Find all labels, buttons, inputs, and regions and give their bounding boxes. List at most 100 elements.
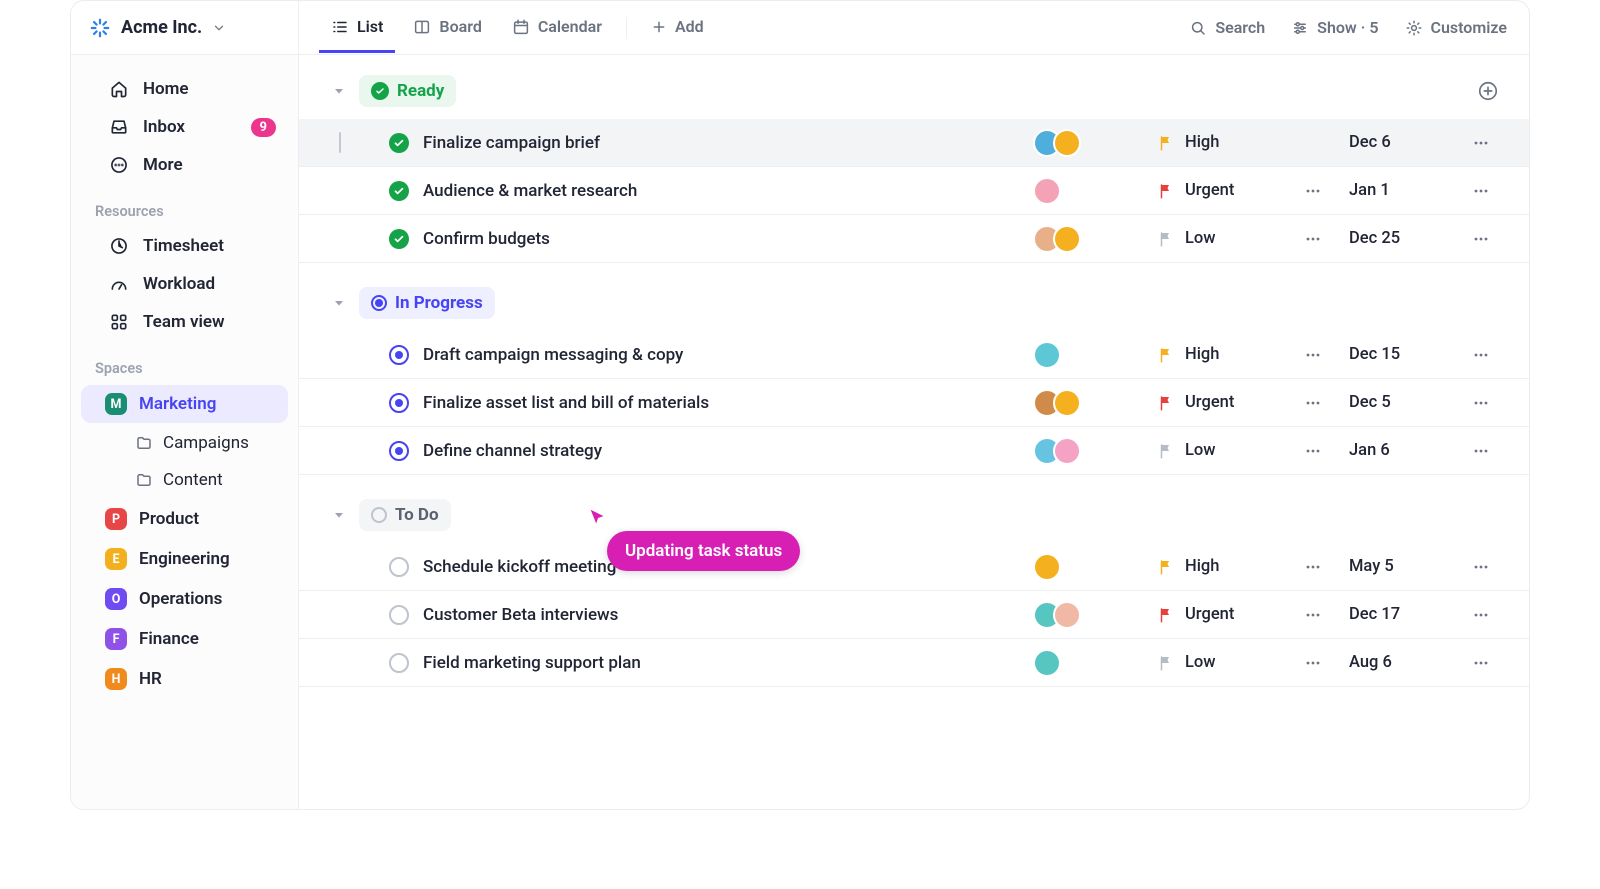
task-priority[interactable]: Low xyxy=(1157,229,1277,248)
space-hr[interactable]: H HR xyxy=(81,660,288,698)
assignees[interactable] xyxy=(1033,129,1143,157)
task-priority[interactable]: Low xyxy=(1157,653,1277,672)
row-more-button[interactable] xyxy=(1291,441,1335,461)
task-row[interactable]: Finalize asset list and bill of material… xyxy=(299,379,1529,427)
task-row[interactable]: Customer Beta interviewsUrgentDec 17 xyxy=(299,591,1529,639)
group-status-pill[interactable]: To Do xyxy=(359,499,451,531)
task-priority-label: Low xyxy=(1185,653,1216,672)
row-actions-button[interactable] xyxy=(1463,345,1499,365)
task-row[interactable]: Finalize campaign briefHighDec 6 xyxy=(299,119,1529,167)
space-marketing[interactable]: M Marketing xyxy=(81,385,288,423)
row-more-button[interactable] xyxy=(1291,393,1335,413)
task-row[interactable]: Confirm budgetsLowDec 25 xyxy=(299,215,1529,263)
task-row[interactable]: Schedule kickoff meetingHighMay 5 xyxy=(299,543,1529,591)
task-date[interactable]: Jan 1 xyxy=(1349,181,1449,200)
task-priority[interactable]: Urgent xyxy=(1157,181,1277,200)
assignees[interactable] xyxy=(1033,553,1143,581)
space-engineering[interactable]: E Engineering xyxy=(81,540,288,578)
group-collapse-toggle[interactable] xyxy=(331,83,347,99)
assignees[interactable] xyxy=(1033,437,1143,465)
task-date[interactable]: Dec 5 xyxy=(1349,393,1449,412)
group-collapse-toggle[interactable] xyxy=(331,295,347,311)
group-label: Ready xyxy=(397,81,444,101)
assignees[interactable] xyxy=(1033,225,1143,253)
row-more-button[interactable] xyxy=(1291,229,1335,249)
status-in-progress-icon[interactable] xyxy=(389,441,409,461)
folder-content[interactable]: Content xyxy=(81,462,288,498)
row-more-button[interactable] xyxy=(1291,653,1335,673)
row-actions-button[interactable] xyxy=(1463,181,1499,201)
status-todo-icon[interactable] xyxy=(389,557,409,577)
task-date[interactable]: Dec 17 xyxy=(1349,605,1449,624)
task-priority[interactable]: Urgent xyxy=(1157,605,1277,624)
row-more-button[interactable] xyxy=(1291,605,1335,625)
task-date[interactable]: Dec 25 xyxy=(1349,229,1449,248)
task-priority[interactable]: Low xyxy=(1157,441,1277,460)
search-button[interactable]: Search xyxy=(1189,18,1265,37)
view-board-tab[interactable]: Board xyxy=(401,2,493,53)
nav-inbox[interactable]: Inbox 9 xyxy=(79,109,290,145)
task-title: Define channel strategy xyxy=(423,441,1019,461)
row-actions-button[interactable] xyxy=(1463,229,1499,249)
task-date[interactable]: Dec 6 xyxy=(1349,133,1449,152)
task-title: Field marketing support plan xyxy=(423,653,1019,673)
task-row[interactable]: Define channel strategy Low Jan 6 xyxy=(299,427,1529,475)
group-status-pill[interactable]: Ready xyxy=(359,75,456,107)
task-row[interactable]: Audience & market researchUrgentJan 1 xyxy=(299,167,1529,215)
assignees[interactable] xyxy=(1033,389,1143,417)
status-done-icon[interactable] xyxy=(389,133,409,153)
group-collapse-toggle[interactable] xyxy=(331,507,347,523)
task-date[interactable]: Aug 6 xyxy=(1349,653,1449,672)
status-todo-icon[interactable] xyxy=(389,653,409,673)
task-priority[interactable]: Urgent xyxy=(1157,393,1277,412)
row-actions-button[interactable] xyxy=(1463,605,1499,625)
assignees[interactable] xyxy=(1033,177,1143,205)
task-priority[interactable]: High xyxy=(1157,345,1277,364)
row-more-button[interactable] xyxy=(1291,557,1335,577)
assignees[interactable] xyxy=(1033,649,1143,677)
nav-more[interactable]: More xyxy=(79,147,290,183)
status-in-progress-icon[interactable] xyxy=(389,393,409,413)
row-actions-button[interactable] xyxy=(1463,393,1499,413)
task-priority-label: Low xyxy=(1185,229,1216,248)
nav-home[interactable]: Home xyxy=(79,71,290,107)
show-label: Show · 5 xyxy=(1317,18,1378,37)
status-done-icon[interactable] xyxy=(389,229,409,249)
status-done-icon[interactable] xyxy=(389,181,409,201)
status-todo-icon[interactable] xyxy=(389,605,409,625)
task-date[interactable]: Jan 6 xyxy=(1349,441,1449,460)
view-list-tab[interactable]: List xyxy=(319,2,395,53)
nav-team-view[interactable]: Team view xyxy=(79,304,290,340)
folder-campaigns[interactable]: Campaigns xyxy=(81,425,288,461)
assignees[interactable] xyxy=(1033,601,1143,629)
customize-button[interactable]: Customize xyxy=(1405,18,1507,37)
flag-icon xyxy=(1157,394,1175,412)
row-actions-button[interactable] xyxy=(1463,441,1499,461)
task-row[interactable]: Field marketing support plan Low Aug 6 xyxy=(299,639,1529,687)
task-priority[interactable]: High xyxy=(1157,557,1277,576)
space-badge-operations: O xyxy=(105,588,127,610)
view-calendar-tab[interactable]: Calendar xyxy=(500,2,614,53)
row-more-button[interactable] xyxy=(1291,181,1335,201)
task-date[interactable]: Dec 15 xyxy=(1349,345,1449,364)
row-select-checkbox[interactable] xyxy=(339,133,341,152)
space-operations[interactable]: O Operations xyxy=(81,580,288,618)
space-product[interactable]: P Product xyxy=(81,500,288,538)
group-status-pill[interactable]: In Progress xyxy=(359,287,495,319)
nav-workload[interactable]: Workload xyxy=(79,266,290,302)
status-in-progress-icon[interactable] xyxy=(389,345,409,365)
workspace-switcher[interactable]: Acme Inc. xyxy=(71,1,299,54)
show-button[interactable]: Show · 5 xyxy=(1291,18,1378,37)
task-row[interactable]: Draft campaign messaging & copyHighDec 1… xyxy=(299,331,1529,379)
task-date[interactable]: May 5 xyxy=(1349,557,1449,576)
add-task-button[interactable] xyxy=(1477,80,1499,102)
nav-timesheet[interactable]: Timesheet xyxy=(79,228,290,264)
space-finance[interactable]: F Finance xyxy=(81,620,288,658)
add-view-button[interactable]: Add xyxy=(639,2,716,53)
row-more-button[interactable] xyxy=(1291,345,1335,365)
row-actions-button[interactable] xyxy=(1463,653,1499,673)
row-actions-button[interactable] xyxy=(1463,133,1499,153)
assignees[interactable] xyxy=(1033,341,1143,369)
task-priority[interactable]: High xyxy=(1157,133,1277,152)
row-actions-button[interactable] xyxy=(1463,557,1499,577)
